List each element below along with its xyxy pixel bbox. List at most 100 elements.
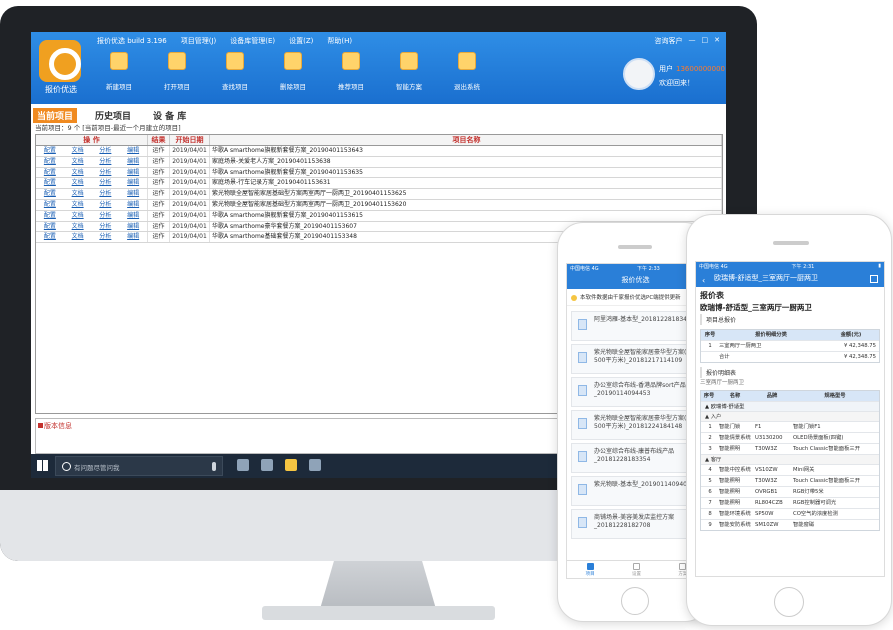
new-project-button[interactable]: 新建项目 <box>101 52 137 93</box>
menu-about[interactable]: 报价优选 build 3.196 <box>97 36 167 50</box>
home-button[interactable] <box>621 587 649 615</box>
configure-link[interactable]: 配置 <box>44 146 56 156</box>
configure-link[interactable]: 配置 <box>44 178 56 188</box>
table-row: 配置 文档 分析 编辑 运作 2019/04/01 家庭场景-关爱老人方案_20190401… <box>36 156 722 168</box>
edit-link[interactable]: 编辑 <box>127 200 139 210</box>
analyze-link[interactable]: 分析 <box>99 232 111 242</box>
cell-name[interactable]: 紫光物联全屋智能家居基础型方案两室两厅一厨两卫_20190401153620 <box>210 199 722 210</box>
smart-plan-button[interactable]: 智能方案 <box>391 52 427 93</box>
nav-project[interactable]: 项目 <box>586 561 595 578</box>
grid-icon[interactable] <box>870 275 878 283</box>
list-item[interactable]: 紫光物联全屋智能家居豪华型方案(500平方米)_20181224184148 <box>571 410 700 440</box>
cortana-icon <box>62 462 71 471</box>
tab-current[interactable]: 当前项目 <box>33 108 78 123</box>
analyze-link[interactable]: 分析 <box>99 146 111 156</box>
settings-icon[interactable] <box>261 459 273 471</box>
configure-link[interactable]: 配置 <box>44 200 56 210</box>
document-link[interactable]: 文档 <box>72 178 84 188</box>
document-link[interactable]: 文档 <box>72 189 84 199</box>
cell: RGB灯带5米 <box>793 489 824 495</box>
analyze-link[interactable]: 分析 <box>99 189 111 199</box>
cell-name[interactable]: 家庭场景-行车记录方案_20190401153631 <box>210 178 722 189</box>
cell-name[interactable]: 华歌A smarthome旗舰新套餐方案_20190401153643 <box>210 146 722 156</box>
list-item[interactable]: 办公室综合布线-香港品牌sort产品 _20190114094453 <box>571 377 700 407</box>
analyze-link[interactable]: 分析 <box>99 222 111 232</box>
configure-link[interactable]: 配置 <box>44 211 56 221</box>
table-row: 配置 文档 分析 编辑 运作 2019/04/01 紫光物联全屋智能家居基础型方案两室两厅一… <box>36 199 722 211</box>
exit-button[interactable]: 退出系统 <box>449 52 485 93</box>
taskbar-search[interactable]: 有问题尽管问我 <box>55 456 223 476</box>
analyze-link[interactable]: 分析 <box>99 157 111 167</box>
analyze-link[interactable]: 分析 <box>99 168 111 178</box>
menu-project[interactable]: 项目管理(J) <box>181 36 217 50</box>
document-link[interactable]: 文档 <box>72 232 84 242</box>
edit-link[interactable]: 编辑 <box>127 146 139 156</box>
cell-date: 2019/04/01 <box>170 221 210 232</box>
file-explorer-icon[interactable] <box>309 459 321 471</box>
table-row: 8 智能环境系统 SP50W CO空气的浓度检测 <box>701 508 879 519</box>
open-project-button[interactable]: 打开项目 <box>159 52 195 93</box>
menu-help[interactable]: 帮助(H) <box>327 36 352 50</box>
document-link[interactable]: 文档 <box>72 200 84 210</box>
cell-name[interactable]: 华歌A smarthome旗舰新套餐方案_20190401153635 <box>210 167 722 178</box>
consult-button[interactable]: 咨询客户 <box>655 36 683 46</box>
analyze-link[interactable]: 分析 <box>99 200 111 210</box>
configure-link[interactable]: 配置 <box>44 168 56 178</box>
edit-link[interactable]: 编辑 <box>127 211 139 221</box>
list-item[interactable]: 紫光物联全屋智能家居豪华型方案(500平方米)_20181217114109 <box>571 344 700 374</box>
find-project-button[interactable]: 查找项目 <box>217 52 253 93</box>
tab-history[interactable]: 历史项目 <box>91 108 135 123</box>
delete-project-button[interactable]: 删除项目 <box>275 52 311 93</box>
edit-link[interactable]: 编辑 <box>127 232 139 242</box>
cell-status: 运作 <box>148 210 170 221</box>
nav-settings[interactable]: 设置 <box>632 561 641 578</box>
edit-link[interactable]: 编辑 <box>127 168 139 178</box>
microphone-icon[interactable] <box>212 462 216 471</box>
maximize-button[interactable]: □ <box>702 36 709 46</box>
item-text: 500平方米)_20181224184148 <box>594 423 683 430</box>
document-link[interactable]: 文档 <box>72 211 84 221</box>
document-link[interactable]: 文档 <box>72 168 84 178</box>
table-row: 7 智能照明 RL804CZB RGB控制器可调光 <box>701 497 879 508</box>
app-taskbar-icon[interactable] <box>285 459 297 471</box>
task-view-icon[interactable] <box>237 459 249 471</box>
minimize-button[interactable]: — <box>689 36 696 46</box>
list-item[interactable]: 紫光物联-基本型_20190114094056 <box>571 476 700 506</box>
tab-device-library[interactable]: 设 备 库 <box>149 108 190 123</box>
edit-link[interactable]: 编辑 <box>127 189 139 199</box>
back-icon[interactable]: ‹ <box>702 274 705 288</box>
recommend-project-button[interactable]: 推荐项目 <box>333 52 369 93</box>
configure-link[interactable]: 配置 <box>44 222 56 232</box>
cell-date: 2019/04/01 <box>170 232 210 243</box>
menu-device[interactable]: 设备库管理(E) <box>230 36 275 50</box>
list-item[interactable]: 商铺场景-美容美发店监控方案 _20181228182708 <box>571 509 700 539</box>
cell: 6 <box>708 489 712 495</box>
header-date: 开始日期 <box>170 135 210 145</box>
edit-link[interactable]: 编辑 <box>127 157 139 167</box>
document-link[interactable]: 文档 <box>72 146 84 156</box>
configure-link[interactable]: 配置 <box>44 189 56 199</box>
document-link[interactable]: 文档 <box>72 157 84 167</box>
document-link[interactable]: 文档 <box>72 222 84 232</box>
analyze-link[interactable]: 分析 <box>99 178 111 188</box>
edit-link[interactable]: 编辑 <box>127 222 139 232</box>
cell-status: 运作 <box>148 178 170 189</box>
cell: 智能照明 <box>719 446 741 452</box>
close-button[interactable]: ✕ <box>714 36 720 46</box>
cell-name[interactable]: 紫光物联全屋智能家居基础型方案两室两厅一厨两卫_20190401153625 <box>210 189 722 199</box>
cell-name[interactable]: 家庭场景-关爱老人方案_20190401153638 <box>210 156 722 167</box>
list-item[interactable]: 阿里鸿雁-基本型_20181228183412 <box>571 311 700 341</box>
menu-settings[interactable]: 设置(Z) <box>289 36 313 50</box>
configure-link[interactable]: 配置 <box>44 232 56 242</box>
configure-link[interactable]: 配置 <box>44 157 56 167</box>
cell-name[interactable]: 华歌A smarthome旗舰新套餐方案_20190401153615 <box>210 210 722 221</box>
cell: 9 <box>708 522 712 528</box>
home-button[interactable] <box>774 587 804 617</box>
list-item[interactable]: 办公室综合布线-康普布线产品 _20181228183354 <box>571 443 700 473</box>
item-text: 紫光物联-基本型_20190114094056 <box>594 481 695 488</box>
windows-start-icon[interactable] <box>37 460 48 471</box>
detail-table: 序号 名称 品牌 规格型号 ▲ 欧瑞博-舒适型 ▲ 入户 1 智能门锁 F1 智能门锁F1… <box>700 390 880 531</box>
edit-link[interactable]: 编辑 <box>127 178 139 188</box>
analyze-link[interactable]: 分析 <box>99 211 111 221</box>
avatar[interactable] <box>623 58 655 90</box>
